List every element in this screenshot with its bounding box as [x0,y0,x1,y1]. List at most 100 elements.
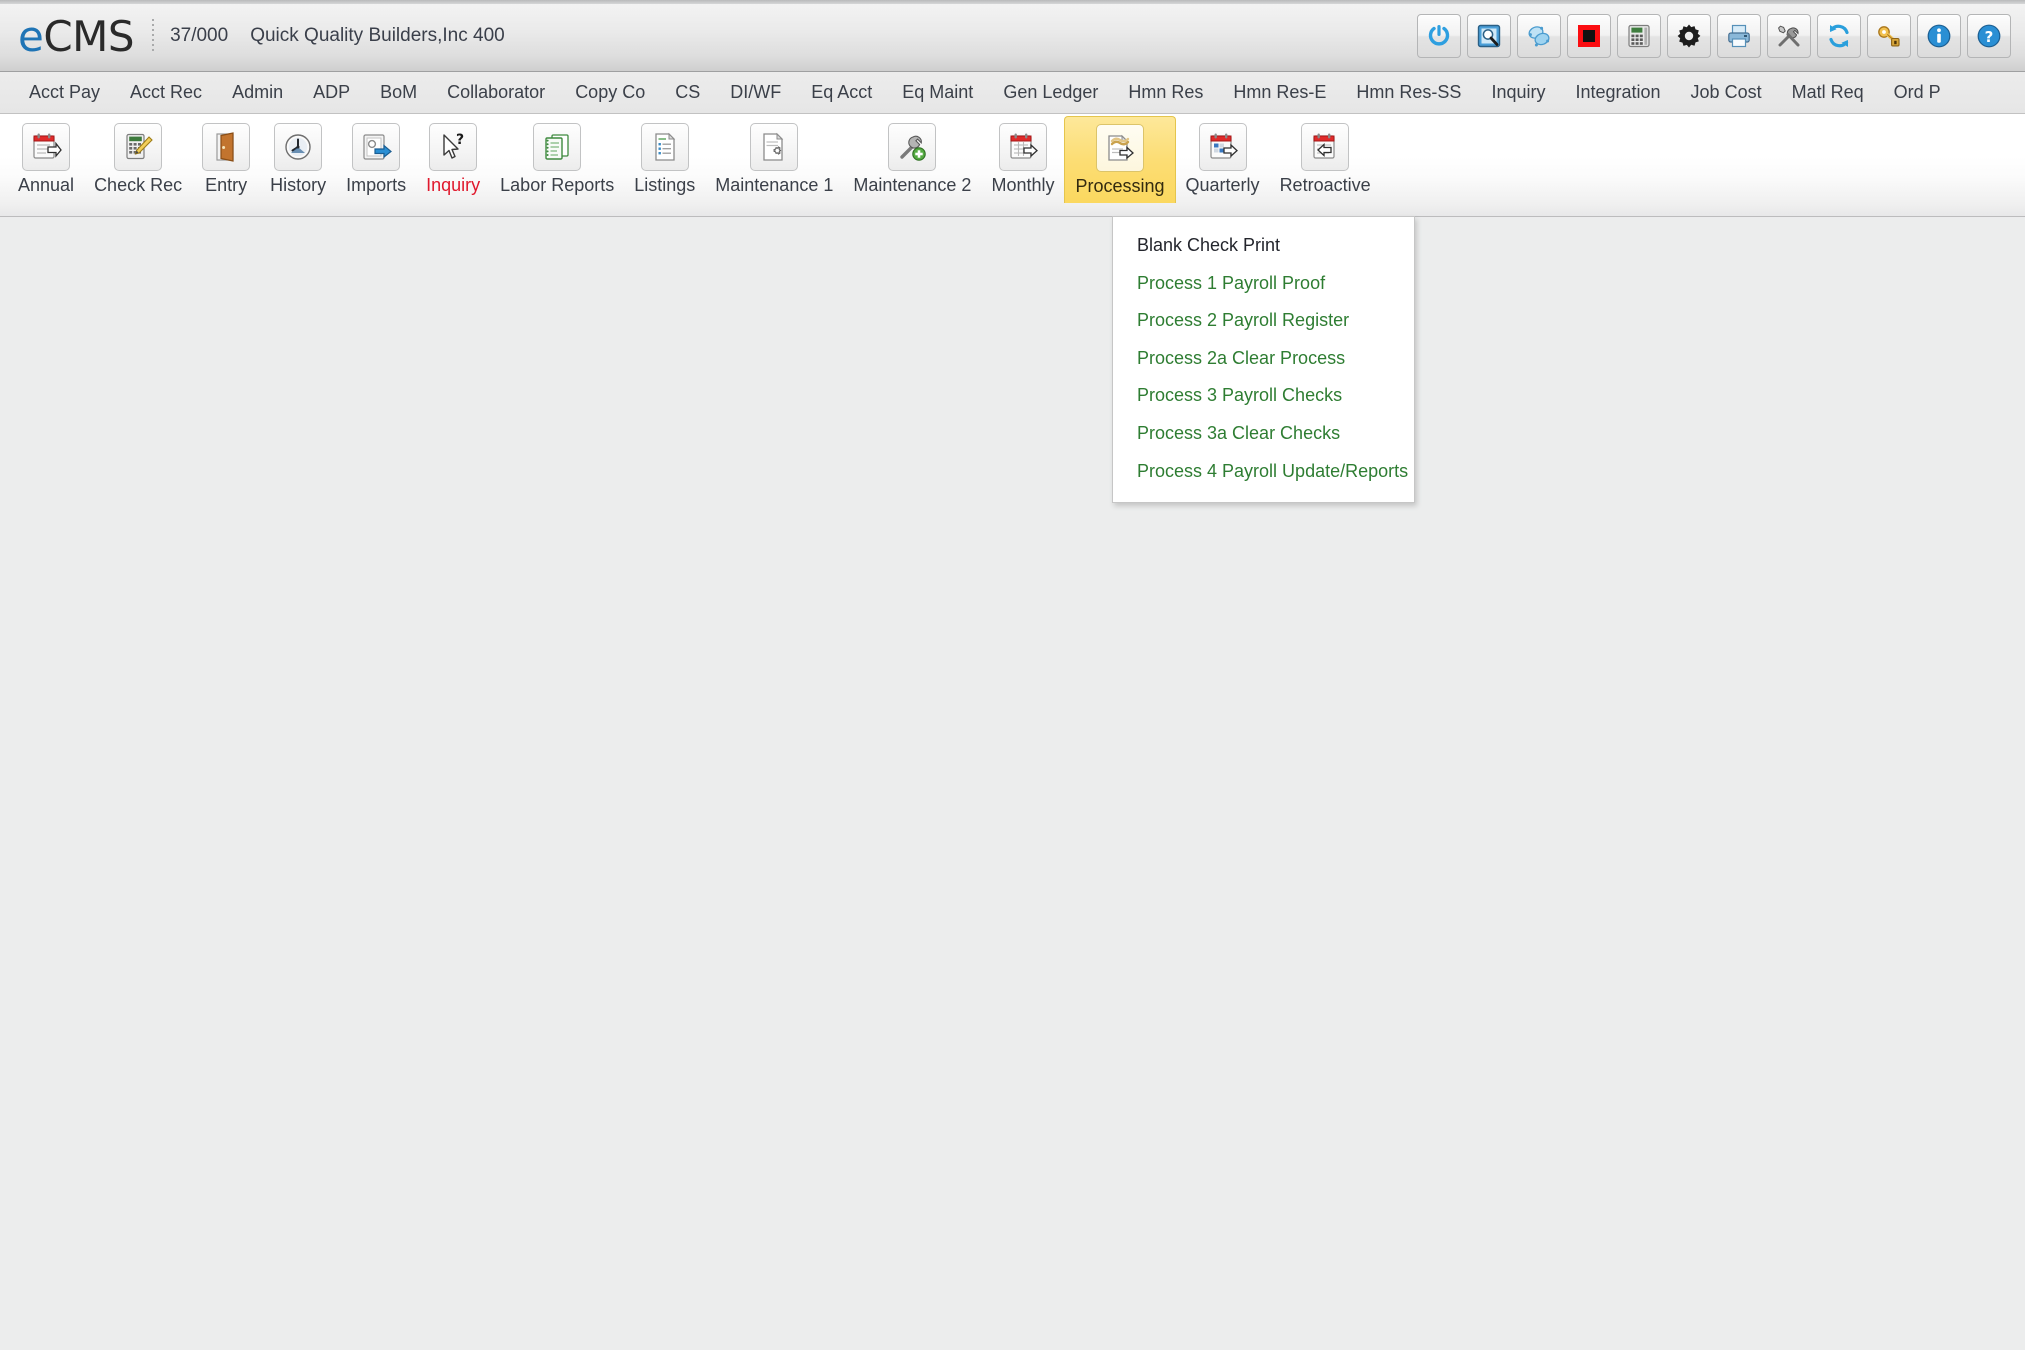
processing-dropdown-menu: Blank Check Print Process 1 Payroll Proo… [1112,216,1415,504]
logo-cms: CMS [43,11,135,61]
clock-icon [274,123,323,171]
linked-objects-icon [1526,23,1552,49]
toolbar-label-imports: Imports [346,175,407,195]
toolbar-button-maintenance-1[interactable]: Maintenance 1 [705,116,843,202]
toolbar-button-inquiry[interactable]: ? Inquiry [416,116,490,202]
search-window-icon-button[interactable] [1467,13,1511,58]
toolbar-label-annual: Annual [18,175,75,195]
calculator-pencil-icon [114,123,163,171]
toolbar-label-monthly: Monthly [991,175,1055,195]
import-arrow-icon [352,123,401,171]
module-item-hmn-res[interactable]: Hmn Res [1113,78,1218,107]
info-icon-button[interactable] [1917,13,1961,58]
toolbar-label-check-rec: Check Rec [94,175,183,195]
menu-item-process-2a-clear-process[interactable]: Process 2a Clear Process [1113,340,1414,378]
toolbar-button-labor-reports[interactable]: Labor Reports [490,116,624,202]
company-name: Quick Quality Builders,Inc 400 [250,24,505,46]
toolbar-label-maintenance-2: Maintenance 2 [853,175,972,195]
toolbar-button-retroactive[interactable]: Retroactive [1270,116,1381,202]
toolbar-label-maintenance-1: Maintenance 1 [715,175,834,195]
svg-text:?: ? [456,132,464,148]
menu-item-process-3a-clear-checks[interactable]: Process 3a Clear Checks [1113,415,1414,453]
module-item-hmn-res-ss[interactable]: Hmn Res-SS [1341,78,1476,107]
app-logo: eCMS [18,15,135,58]
calendar-quarter-icon [1198,123,1247,171]
module-item-gen-ledger[interactable]: Gen Ledger [988,78,1113,107]
module-item-ord-p[interactable]: Ord P [1879,78,1956,107]
calendar-back-icon [1301,123,1350,171]
menu-item-blank-check-print[interactable]: Blank Check Print [1113,227,1414,265]
module-item-eq-acct[interactable]: Eq Acct [796,78,887,107]
module-item-collaborator[interactable]: Collaborator [432,78,560,107]
svg-text:?: ? [1985,28,1994,46]
refresh-sync-icon-button[interactable] [1817,13,1861,58]
toolbar-button-maintenance-2[interactable]: Maintenance 2 [843,116,981,202]
notebooks-icon [533,123,582,171]
key-lock-icon-button[interactable] [1867,13,1911,58]
toolbar-button-entry[interactable]: Entry [192,116,260,202]
toolbar-button-monthly[interactable]: Monthly [981,116,1064,202]
linked-objects-icon-button[interactable] [1517,13,1561,58]
calendar-month-icon [998,123,1047,171]
toolbar-label-listings: Listings [634,175,696,195]
stop-red-icon-button[interactable] [1567,13,1611,58]
toolbar-button-imports[interactable]: Imports [336,116,416,202]
toolbar-label-retroactive: Retroactive [1279,175,1371,195]
app-header: eCMS 37/000 Quick Quality Builders,Inc 4… [0,0,2025,72]
module-item-adp[interactable]: ADP [298,78,365,107]
module-item-inquiry[interactable]: Inquiry [1476,78,1560,107]
tools-icon-button[interactable] [1767,13,1811,58]
work-area [0,218,2025,1350]
calendar-forward-icon [22,123,71,171]
toolbar-label-history: History [270,175,327,195]
module-item-job-cost[interactable]: Job Cost [1676,78,1777,107]
open-door-icon [202,123,251,171]
document-gear-icon [750,123,799,171]
toolbar-button-history[interactable]: History [260,116,336,202]
wrench-plus-icon [888,123,937,171]
icon-toolbar: Annual Check Rec Entry History Imports ?… [0,114,2025,217]
toolbar-label-entry: Entry [205,175,248,195]
toolbar-button-quarterly[interactable]: Quarterly [1176,116,1270,202]
module-item-cs[interactable]: CS [660,78,715,107]
menu-item-process-3-payroll-checks[interactable]: Process 3 Payroll Checks [1113,377,1414,415]
info-icon [1926,23,1952,49]
module-item-acct-rec[interactable]: Acct Rec [115,78,217,107]
gear-icon [1676,23,1702,49]
module-item-matl-req[interactable]: Matl Req [1777,78,1879,107]
printer-icon-button[interactable] [1717,13,1761,58]
menu-item-process-4-payroll-update-reports[interactable]: Process 4 Payroll Update/Reports [1113,453,1414,491]
module-item-di-wf[interactable]: DI/WF [715,78,796,107]
key-lock-icon [1876,23,1902,49]
header-icon-group: ? [1417,13,2011,58]
header-divider [152,18,155,53]
power-icon [1426,23,1452,49]
module-item-copy-co[interactable]: Copy Co [560,78,660,107]
module-item-integration[interactable]: Integration [1560,78,1675,107]
tools-icon [1776,23,1802,49]
company-code: 37/000 [170,24,229,46]
menu-item-process-2-payroll-register[interactable]: Process 2 Payroll Register [1113,302,1414,340]
search-window-icon [1476,23,1502,49]
toolbar-button-annual[interactable]: Annual [8,116,84,202]
module-item-acct-pay[interactable]: Acct Pay [14,78,115,107]
module-item-eq-maint[interactable]: Eq Maint [887,78,988,107]
module-item-admin[interactable]: Admin [217,78,298,107]
cursor-question-icon: ? [429,123,478,171]
processing-document-icon [1096,124,1144,172]
toolbar-label-processing: Processing [1075,176,1165,196]
printer-icon [1726,23,1752,49]
toolbar-button-listings[interactable]: Listings [624,116,705,202]
toolbar-button-check-rec[interactable]: Check Rec [84,116,192,202]
gear-icon-button[interactable] [1667,13,1711,58]
module-item-bom[interactable]: BoM [365,78,432,107]
stop-red-icon [1576,23,1602,49]
help-icon-button[interactable]: ? [1967,13,2011,58]
toolbar-label-quarterly: Quarterly [1185,175,1260,195]
calculator-icon-button[interactable] [1617,13,1661,58]
module-item-hmn-res-e[interactable]: Hmn Res-E [1218,78,1341,107]
toolbar-button-processing[interactable]: Processing [1064,116,1176,203]
menu-item-process-1-payroll-proof[interactable]: Process 1 Payroll Proof [1113,265,1414,303]
power-icon-button[interactable] [1417,13,1461,58]
calculator-icon [1626,23,1652,49]
